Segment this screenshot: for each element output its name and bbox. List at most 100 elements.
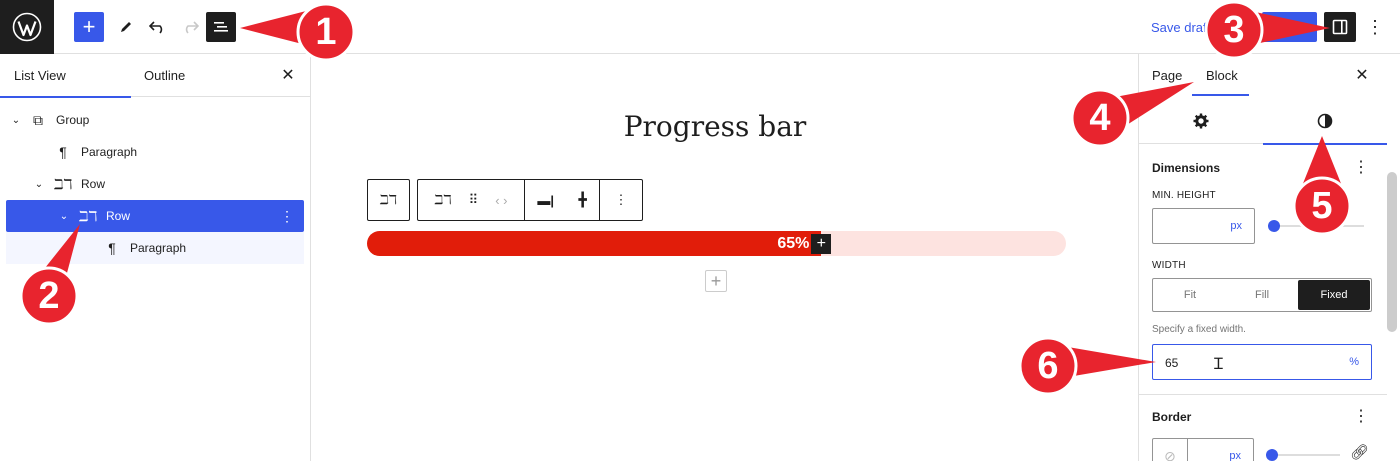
options-menu-button[interactable]: ⋮ — [1364, 12, 1386, 42]
progress-bar-text[interactable]: 65% — [777, 235, 809, 253]
active-tab-indicator — [1192, 94, 1249, 96]
wordpress-logo-icon — [12, 12, 42, 42]
callout-number: 1 — [315, 10, 337, 53]
list-view-icon — [214, 22, 228, 32]
list-view-button[interactable] — [206, 12, 236, 42]
block-tree: ⌄ ⧉ Group ¶ Paragraph ⌄ ℶℸ Row ⌄ ℶℸ Row … — [6, 104, 304, 264]
progress-bar-fill[interactable]: 65% — [367, 231, 822, 256]
editor-canvas: Progress bar ℶℸ ℶℸ ⠿ ‹ › ▬| ╋ ⋮ 65% + + — [311, 54, 1138, 461]
more-vertical-icon[interactable]: ⋮ — [280, 208, 294, 225]
add-block-button[interactable]: + — [74, 12, 104, 42]
border-color-none-icon[interactable]: ⊘ — [1153, 439, 1188, 461]
border-width-input[interactable]: ⊘ px — [1152, 438, 1254, 461]
tab-list-view[interactable]: List View — [0, 54, 131, 98]
plus-icon: + — [816, 235, 827, 252]
border-width-unit[interactable]: px — [1229, 450, 1241, 461]
redo-button[interactable] — [175, 12, 205, 42]
callout-4: 4 — [1066, 82, 1194, 154]
select-parent-button[interactable]: ℶℸ — [367, 179, 410, 221]
border-heading: Border — [1152, 410, 1192, 424]
tree-item-label: Group — [56, 113, 90, 127]
page-title[interactable]: Progress bar — [311, 110, 1119, 143]
chevron-down-icon[interactable]: ⌄ — [33, 179, 45, 190]
tools-button[interactable] — [111, 12, 141, 42]
plus-icon: + — [710, 270, 722, 291]
border-width-slider[interactable] — [1266, 449, 1340, 461]
min-height-unit[interactable]: px — [1230, 220, 1242, 232]
callout-6: 6 — [1016, 334, 1156, 404]
row-icon: ℶℸ — [79, 207, 98, 224]
undo-icon — [149, 21, 163, 34]
more-vertical-icon: ⋮ — [1366, 16, 1384, 37]
callout-number: 3 — [1223, 8, 1245, 51]
tree-item-group[interactable]: ⌄ ⧉ Group — [6, 104, 304, 136]
justification-group: ▬| ╋ — [525, 180, 600, 220]
block-toolbar: ℶℸ ℶℸ ⠿ ‹ › ▬| ╋ ⋮ — [367, 179, 643, 221]
tree-item-label: Row — [81, 177, 106, 191]
justify-center-icon[interactable]: ╋ — [579, 192, 587, 208]
row-icon: ℶℸ — [54, 175, 73, 192]
fixed-width-input[interactable]: 65 Ɪ % — [1152, 344, 1372, 380]
tree-item-label: Row — [106, 209, 131, 223]
slider-thumb[interactable] — [1268, 220, 1280, 232]
min-height-input[interactable]: px — [1152, 208, 1255, 244]
callout-number: 4 — [1089, 96, 1111, 139]
width-option-fixed[interactable]: Fixed — [1298, 280, 1370, 310]
paragraph-icon: ¶ — [108, 240, 116, 256]
tree-item-row-selected[interactable]: ⌄ ℶℸ Row ⋮ — [6, 200, 304, 232]
block-inspector-tabs — [1139, 97, 1387, 145]
row-icon[interactable]: ℶℸ — [435, 192, 452, 208]
sidebar-scrollbar[interactable] — [1387, 172, 1397, 332]
tree-item-paragraph[interactable]: ¶ Paragraph — [6, 136, 304, 168]
width-mode-toggle: Fit Fill Fixed — [1152, 278, 1372, 312]
fixed-width-unit[interactable]: % — [1349, 356, 1359, 368]
tree-item-label: Paragraph — [81, 145, 138, 159]
half-circle-icon — [1317, 113, 1333, 128]
callout-1: 1 — [240, 0, 360, 70]
dimensions-heading: Dimensions — [1152, 161, 1221, 175]
callout-number: 6 — [1037, 344, 1059, 387]
callout-number: 5 — [1311, 184, 1333, 227]
close-sidebar-button[interactable]: ✕ — [1353, 66, 1371, 84]
tab-outline[interactable]: Outline — [144, 54, 185, 97]
list-view-tabs: List View Outline ✕ — [0, 54, 310, 98]
pen-icon — [121, 22, 131, 32]
plus-icon: + — [82, 14, 96, 39]
more-vertical-icon: ⋮ — [614, 192, 628, 207]
chevron-down-icon[interactable]: ⌄ — [58, 211, 70, 222]
border-options-button[interactable]: ⋮ — [1353, 406, 1369, 426]
undo-button[interactable] — [143, 12, 173, 42]
block-inserter-button[interactable]: + — [705, 270, 727, 292]
slider-thumb[interactable] — [1266, 449, 1278, 461]
drag-handle-icon[interactable]: ⠿ — [469, 192, 479, 208]
tree-item-label: Paragraph — [130, 241, 187, 255]
move-arrows-icon[interactable]: ‹ › — [495, 193, 507, 208]
tree-item-row[interactable]: ⌄ ℶℸ Row — [6, 168, 304, 200]
tab-styles[interactable] — [1263, 97, 1387, 145]
wordpress-logo[interactable] — [0, 0, 54, 54]
sidebar-toggle-icon — [1332, 19, 1348, 35]
tab-block[interactable]: Block — [1206, 68, 1238, 83]
tab-page[interactable]: Page — [1152, 68, 1182, 83]
redo-icon — [185, 21, 199, 34]
settings-sidebar: Page Block ✕ Dimensions ⋮ MIN. HEIGHT px… — [1138, 54, 1400, 461]
progress-bar-track[interactable]: 65% + — [367, 231, 1066, 256]
callout-number: 2 — [38, 274, 60, 317]
width-option-fill[interactable]: Fill — [1226, 280, 1298, 310]
min-height-label: MIN. HEIGHT — [1152, 190, 1216, 201]
fixed-width-value[interactable]: 65 — [1165, 356, 1178, 370]
chevron-down-icon[interactable]: ⌄ — [10, 115, 22, 126]
width-option-fit[interactable]: Fit — [1154, 280, 1226, 310]
callout-5: 5 — [1288, 136, 1358, 240]
width-label: WIDTH — [1152, 260, 1186, 271]
close-icon: ✕ — [1355, 67, 1369, 84]
inline-inserter-button[interactable]: + — [811, 234, 832, 254]
settings-sidebar-toggle[interactable] — [1324, 12, 1356, 42]
row-icon: ℶℸ — [379, 192, 398, 207]
width-help-text: Specify a fixed width. — [1152, 324, 1246, 335]
link-icon[interactable]: 🔗︎ — [1350, 443, 1369, 461]
justify-right-icon[interactable]: ▬| — [537, 193, 554, 208]
panel-divider — [1139, 394, 1387, 395]
block-options-button[interactable]: ⋮ — [600, 180, 642, 220]
block-toolbar-main: ℶℸ ⠿ ‹ › ▬| ╋ ⋮ — [417, 179, 643, 221]
